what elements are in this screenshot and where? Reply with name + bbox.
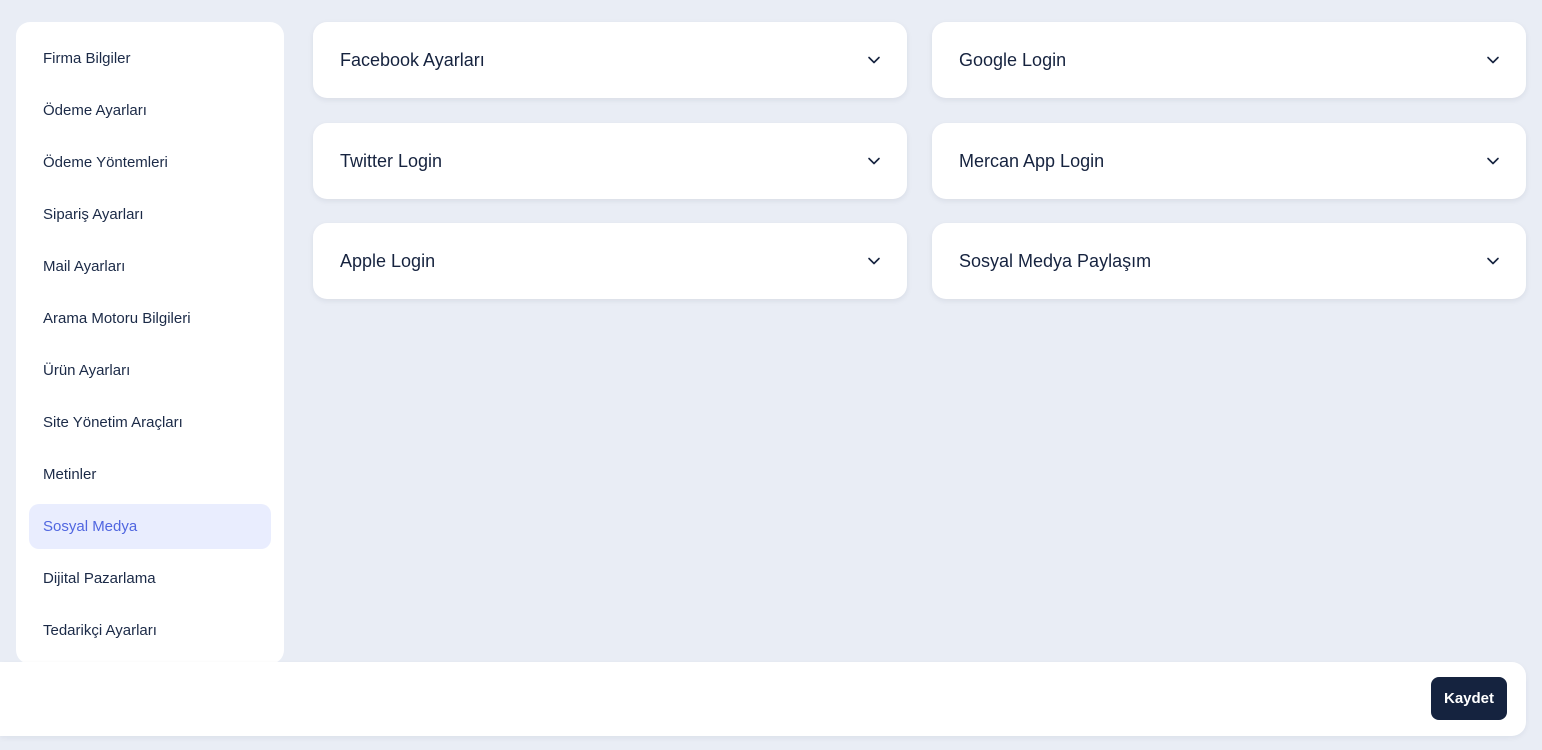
sidebar-item-label: Site Yönetim Araçları	[43, 414, 183, 431]
sidebar-item-siparis-ayarlari[interactable]: Sipariş Ayarları	[29, 192, 271, 237]
chevron-down-icon	[868, 157, 880, 165]
sidebar-item-label: Ödeme Yöntemleri	[43, 154, 168, 171]
chevron-down-icon	[1487, 56, 1499, 64]
chevron-down-icon	[868, 56, 880, 64]
sidebar-item-label: Firma Bilgiler	[43, 50, 131, 67]
sidebar-item-label: Sipariş Ayarları	[43, 206, 144, 223]
accordion-sosyal-medya-paylasim[interactable]: Sosyal Medya Paylaşım	[932, 223, 1526, 299]
sidebar-item-label: Sosyal Medya	[43, 518, 138, 535]
action-footer: Kaydet	[0, 662, 1526, 736]
sidebar-item-tedarikci-ayarlari[interactable]: Tedarikçi Ayarları	[29, 608, 271, 653]
save-button[interactable]: Kaydet	[1431, 677, 1507, 720]
accordion-twitter-login[interactable]: Twitter Login	[313, 123, 907, 199]
sidebar-item-label: Mail Ayarları	[43, 258, 126, 275]
chevron-down-icon	[1487, 157, 1499, 165]
sidebar-item-label: Metinler	[43, 466, 97, 483]
accordion-title: Sosyal Medya Paylaşım	[959, 250, 1152, 271]
sidebar-item-site-yonetim-araclari[interactable]: Site Yönetim Araçları	[29, 400, 271, 445]
accordion-mercan-app-login[interactable]: Mercan App Login	[932, 123, 1526, 199]
accordion-title: Apple Login	[340, 250, 436, 271]
sidebar-item-urun-ayarlari[interactable]: Ürün Ayarları	[29, 348, 271, 393]
sidebar-item-odeme-yontemleri[interactable]: Ödeme Yöntemleri	[29, 140, 271, 185]
sidebar-item-label: Arama Motoru Bilgileri	[43, 310, 191, 327]
sidebar-item-dijital-pazarlama[interactable]: Dijital Pazarlama	[29, 556, 271, 601]
sidebar-item-sosyal-medya[interactable]: Sosyal Medya	[29, 504, 271, 549]
sidebar-item-label: Dijital Pazarlama	[43, 570, 156, 587]
accordion-title: Google Login	[959, 49, 1067, 70]
chevron-down-icon	[1487, 257, 1499, 265]
accordion-title: Mercan App Login	[959, 150, 1105, 171]
accordion-title: Twitter Login	[340, 150, 443, 171]
chevron-down-icon	[868, 257, 880, 265]
accordion-apple-login[interactable]: Apple Login	[313, 223, 907, 299]
sidebar-item-label: Ödeme Ayarları	[43, 102, 147, 119]
sidebar-item-label: Tedarikçi Ayarları	[43, 622, 157, 639]
accordion-facebook-ayarlari[interactable]: Facebook Ayarları	[313, 22, 907, 98]
sidebar-item-arama-motoru-bilgileri[interactable]: Arama Motoru Bilgileri	[29, 296, 271, 341]
accordion-google-login[interactable]: Google Login	[932, 22, 1526, 98]
sidebar-item-metinler[interactable]: Metinler	[29, 452, 271, 497]
accordion-title: Facebook Ayarları	[340, 49, 485, 70]
sidebar-item-mail-ayarlari[interactable]: Mail Ayarları	[29, 244, 271, 289]
sidebar-item-odeme-ayarlari[interactable]: Ödeme Ayarları	[29, 88, 271, 133]
sidebar-item-firma-bilgiler[interactable]: Firma Bilgiler	[29, 36, 271, 81]
settings-sidebar: Firma Bilgiler Ödeme Ayarları Ödeme Yönt…	[16, 22, 284, 664]
sidebar-item-label: Ürün Ayarları	[43, 362, 131, 379]
